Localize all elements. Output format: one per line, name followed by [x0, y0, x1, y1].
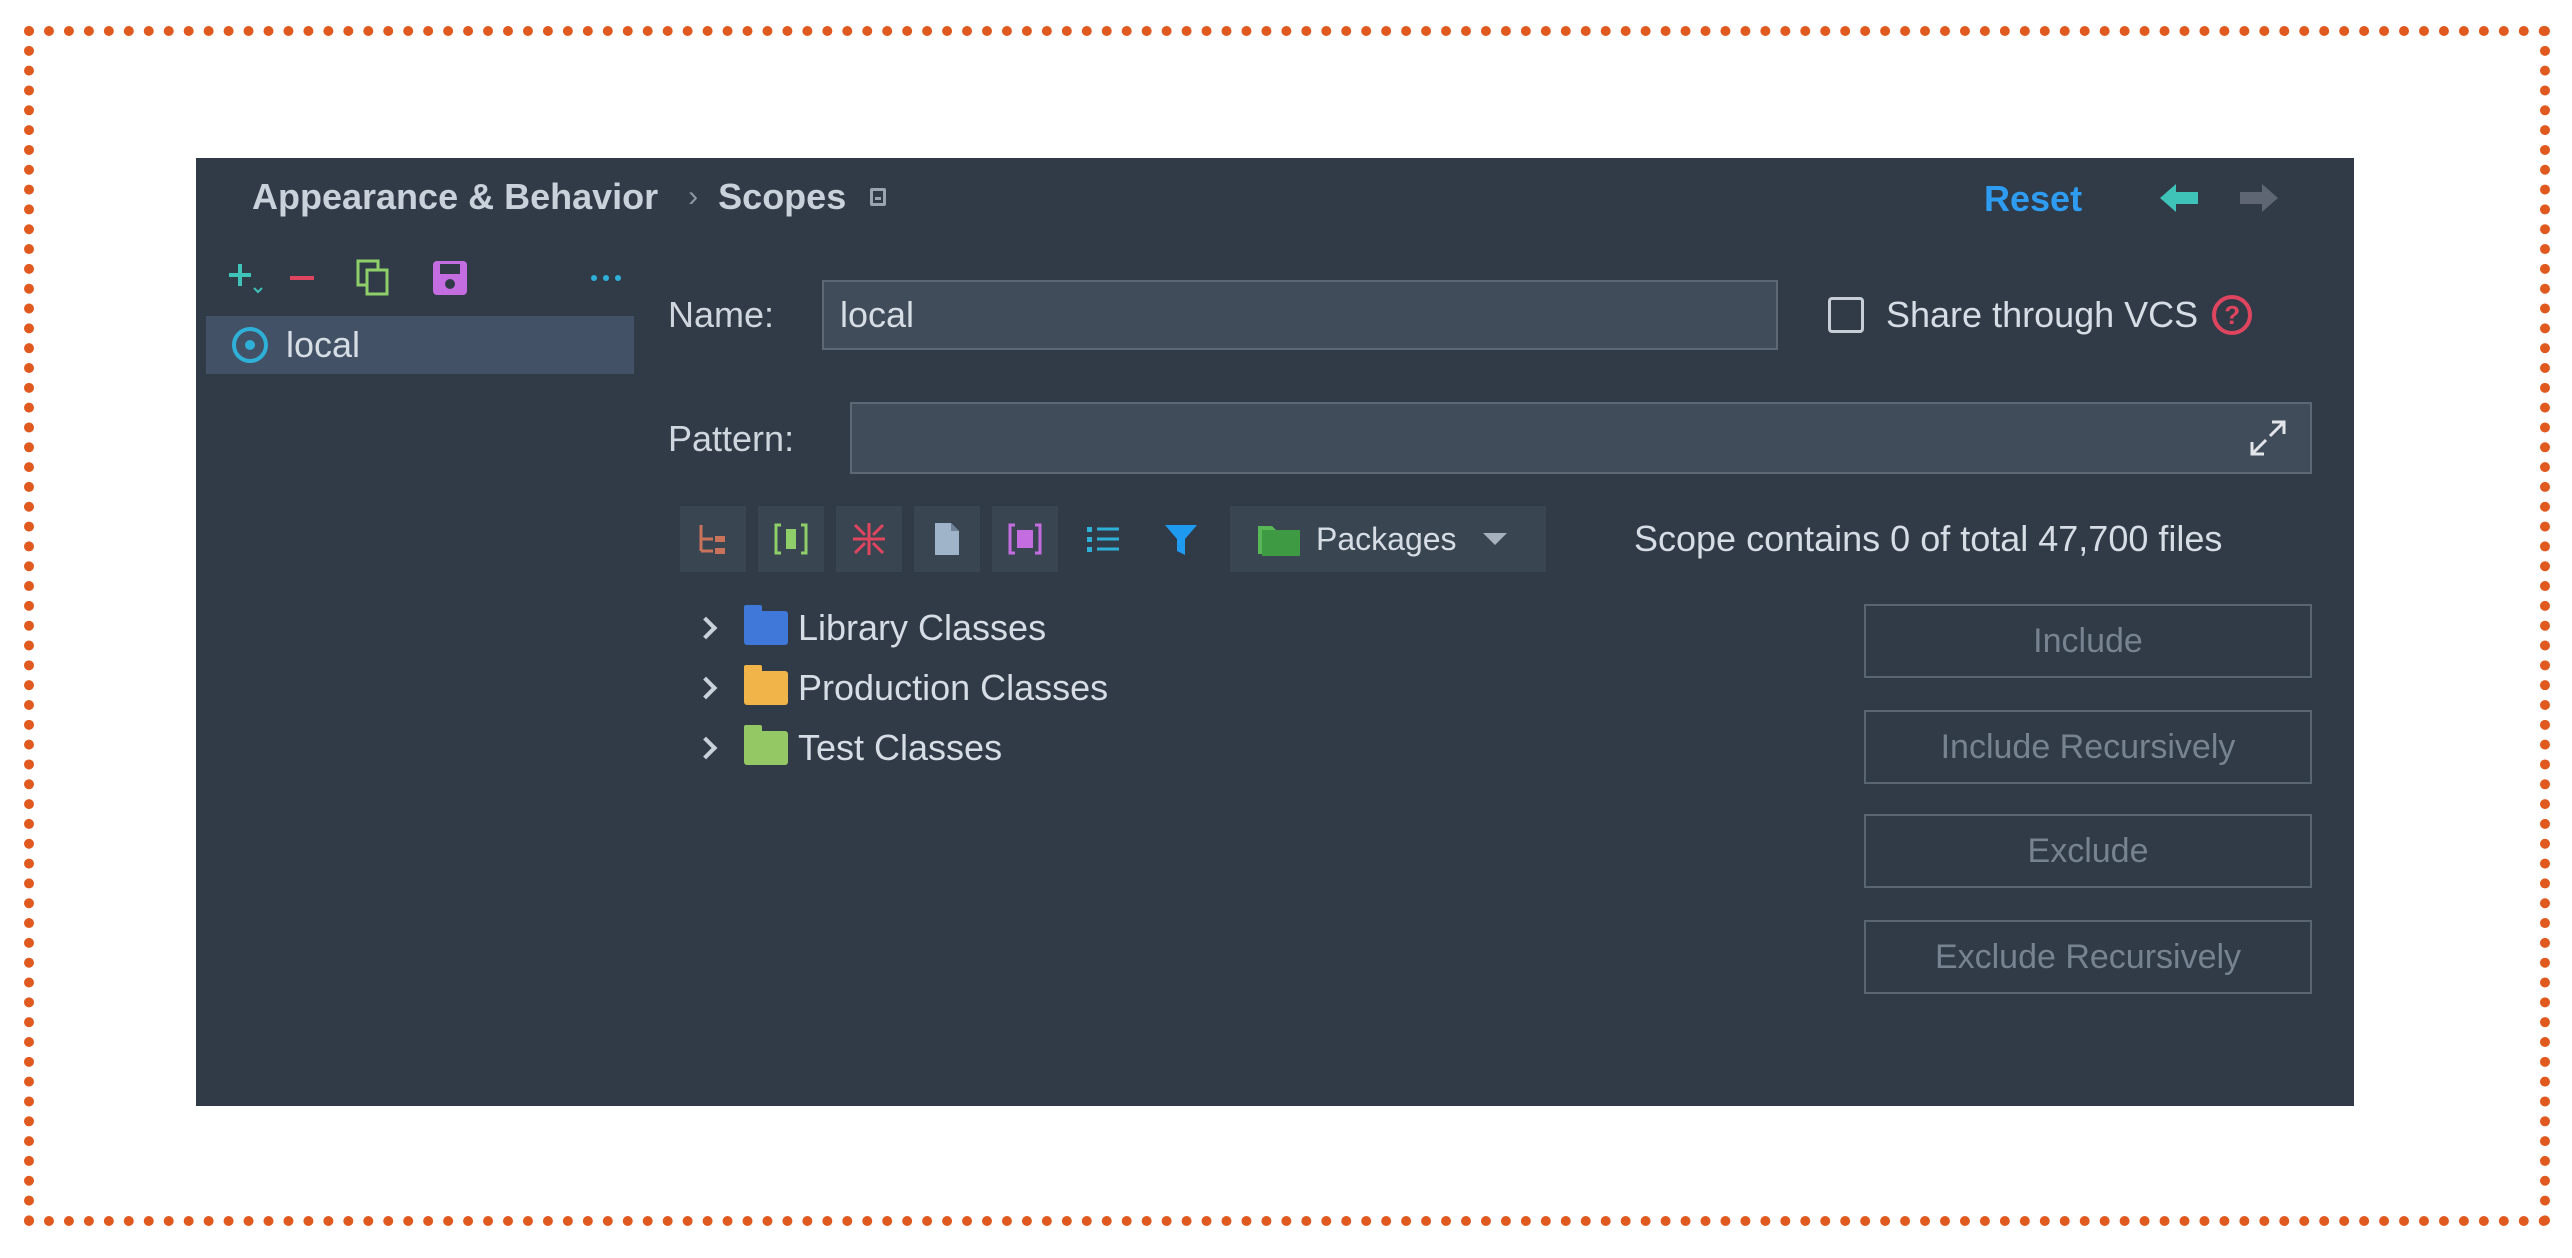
show-libraries-icon[interactable] [992, 506, 1058, 572]
group-by-module-icon[interactable] [680, 506, 746, 572]
breadcrumb-separator: › [688, 180, 699, 213]
share-through-vcs: Share through VCS ? [1828, 294, 2253, 336]
compact-packages-icon[interactable] [836, 506, 902, 572]
test-folder-icon [744, 725, 788, 765]
tree-item-label: Library Classes [798, 607, 1047, 648]
scope-list: local [206, 316, 634, 374]
back-arrow-icon[interactable] [2158, 180, 2202, 216]
show-files-icon[interactable] [914, 506, 980, 572]
project-level-icon [870, 188, 887, 206]
tree-item-library-classes[interactable]: Library Classes [690, 598, 1108, 658]
local-scope-icon [232, 327, 268, 363]
save-scope-icon[interactable] [426, 254, 474, 302]
chevron-right-icon[interactable] [694, 676, 718, 700]
chevron-down-icon [1482, 533, 1507, 545]
scope-file-count: Scope contains 0 of total 47,700 files [1634, 518, 2223, 559]
share-through-vcs-checkbox[interactable] [1828, 297, 1864, 333]
name-input[interactable]: local [822, 280, 1778, 350]
forward-arrow-icon[interactable] [2236, 180, 2280, 216]
scopes-settings-panel: Appearance & Behavior › Scopes Reset loc… [196, 158, 2354, 1106]
source-folder-icon [744, 665, 788, 705]
show-modules-icon[interactable] [758, 506, 824, 572]
breadcrumb-current: Scopes [718, 176, 847, 217]
tree-item-label: Production Classes [798, 667, 1109, 708]
scope-tree: Library Classes Production Classes Test … [690, 598, 1108, 778]
exclude-recursively-button[interactable]: Exclude Recursively [1864, 920, 2312, 994]
view-mode-select-value: Packages [1316, 520, 1457, 557]
more-options-icon[interactable] [582, 254, 630, 302]
view-mode-select[interactable]: Packages [1230, 506, 1546, 572]
tree-item-test-classes[interactable]: Test Classes [690, 718, 1108, 778]
scope-list-item-label: local [286, 324, 361, 365]
tree-item-label: Test Classes [798, 727, 1003, 768]
exclude-button[interactable]: Exclude [1864, 814, 2312, 888]
pattern-label: Pattern: [668, 418, 795, 459]
packages-folder-icon [1256, 520, 1302, 558]
include-button[interactable]: Include [1864, 604, 2312, 678]
add-scope-icon[interactable] [220, 254, 268, 302]
chevron-right-icon[interactable] [694, 736, 718, 760]
reset-link[interactable]: Reset [1984, 178, 2082, 220]
tree-item-production-classes[interactable]: Production Classes [690, 658, 1108, 718]
library-folder-icon [744, 605, 788, 645]
help-icon[interactable]: ? [2212, 295, 2253, 335]
breadcrumb-parent[interactable]: Appearance & Behavior [252, 176, 658, 218]
include-recursively-button[interactable]: Include Recursively [1864, 710, 2312, 784]
scope-list-item[interactable]: local [206, 316, 634, 374]
remove-scope-icon[interactable] [278, 254, 326, 302]
share-through-vcs-label[interactable]: Share through VCS [1886, 294, 2198, 336]
chevron-right-icon[interactable] [694, 616, 718, 640]
breadcrumb: Appearance & Behavior › Scopes [252, 176, 887, 218]
copy-scope-icon[interactable] [350, 254, 398, 302]
flatten-list-icon[interactable] [1070, 506, 1136, 572]
scope-list-toolbar [220, 254, 630, 306]
pattern-input[interactable] [850, 402, 2312, 474]
filter-icon[interactable] [1148, 506, 1214, 572]
expand-icon[interactable] [2246, 416, 2290, 460]
name-label: Name: [668, 294, 775, 335]
